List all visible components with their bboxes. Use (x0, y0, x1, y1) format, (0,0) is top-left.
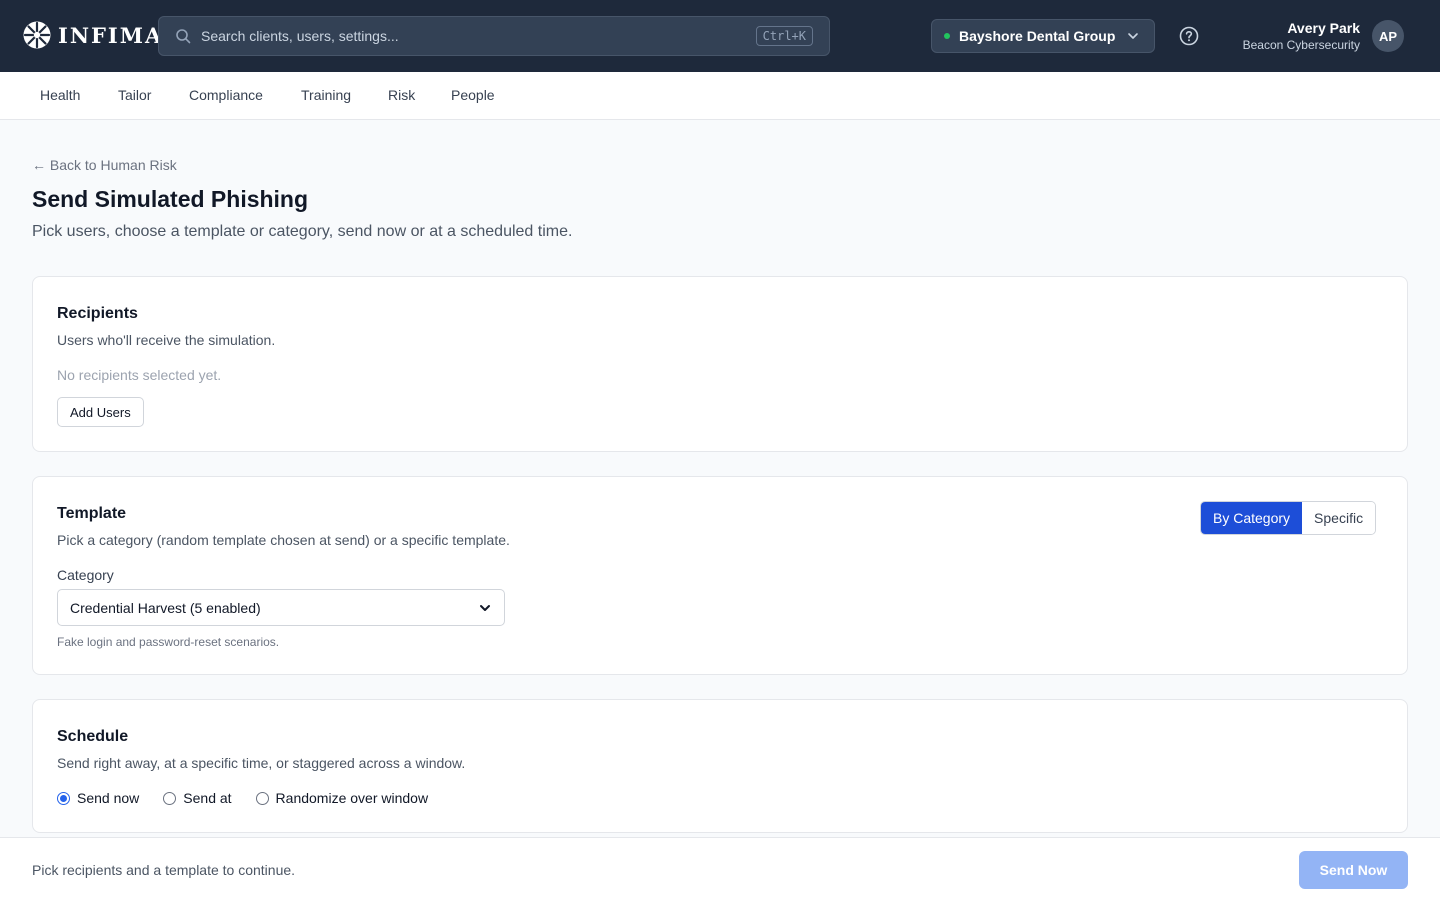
category-label: Category (57, 567, 114, 583)
avatar[interactable]: AP (1372, 20, 1404, 52)
radio-send-now[interactable] (57, 791, 70, 805)
template-title: Template (57, 505, 127, 522)
schedule-option-send-now[interactable]: Send now (57, 790, 139, 806)
recipients-empty-text: No recipients selected yet. (57, 367, 222, 383)
template-mode-toggle: By Category Specific (1200, 501, 1377, 535)
recipients-title: Recipients (57, 305, 138, 322)
send-now-button[interactable]: Send Now (1299, 851, 1408, 889)
user-info[interactable]: Avery Park Beacon Cybersecurity (1243, 19, 1360, 53)
nav-item-people[interactable]: People (451, 87, 495, 103)
category-help-text: Fake login and password-reset scenarios. (57, 635, 280, 649)
radio-randomize[interactable] (255, 791, 269, 805)
brand[interactable]: INFIMA (22, 20, 163, 50)
nav-item-health[interactable]: Health (40, 87, 80, 103)
brand-name: INFIMA (58, 22, 164, 48)
client-selector[interactable]: Bayshore Dental Group (931, 19, 1155, 53)
page-title: Send Simulated Phishing (32, 186, 309, 212)
schedule-description: Send right away, at a specific time, or … (57, 755, 466, 771)
page-subtitle: Pick users, choose a template or categor… (32, 223, 573, 240)
nav-item-compliance[interactable]: Compliance (189, 87, 263, 103)
back-link[interactable]: ← Back to Human Risk (32, 157, 177, 173)
chevron-down-icon (1128, 33, 1138, 39)
search-shortcut-badge: Ctrl+K (755, 26, 813, 46)
client-status-dot (944, 33, 950, 39)
recipients-card: Recipients Users who'll receive the simu… (32, 276, 1408, 452)
client-name: Bayshore Dental Group (959, 28, 1116, 44)
top-bar: INFIMA Ctrl+K Bayshore Dental Group Aver… (0, 0, 1440, 72)
schedule-option-randomize[interactable]: Randomize over window (255, 790, 429, 806)
template-card: Template Pick a category (random templat… (32, 476, 1408, 675)
radio-label: Send at (183, 790, 232, 806)
radio-send-at[interactable] (163, 791, 177, 805)
main-nav: Health Tailor Compliance Training Risk P… (0, 72, 1440, 120)
category-select-value: Credential Harvest (5 enabled) (70, 599, 261, 616)
footer-hint: Pick recipients and a template to contin… (32, 862, 296, 878)
user-name: Avery Park (1287, 20, 1360, 36)
mode-specific-button[interactable]: Specific (1302, 502, 1376, 534)
radio-label: Send now (77, 790, 140, 806)
schedule-option-send-at[interactable]: Send at (163, 790, 232, 806)
recipients-description: Users who'll receive the simulation. (57, 332, 276, 348)
radio-label: Randomize over window (275, 790, 429, 806)
category-select[interactable]: Credential Harvest (5 enabled) (57, 589, 505, 626)
schedule-options: Send now Send at Randomize over window (57, 790, 428, 806)
search-input[interactable] (201, 28, 756, 44)
global-search[interactable]: Ctrl+K (158, 16, 830, 56)
nav-item-risk[interactable]: Risk (388, 87, 415, 103)
help-icon[interactable] (1178, 25, 1200, 47)
template-description: Pick a category (random template chosen … (57, 532, 510, 548)
nav-item-tailor[interactable]: Tailor (118, 87, 151, 103)
add-users-button[interactable]: Add Users (57, 397, 144, 427)
user-org: Beacon Cybersecurity (1242, 38, 1360, 52)
chevron-down-icon (480, 604, 490, 611)
infima-logo-icon (23, 21, 51, 49)
nav-item-training[interactable]: Training (301, 87, 351, 103)
action-footer: Pick recipients and a template to contin… (0, 837, 1440, 900)
search-icon (176, 29, 191, 44)
schedule-title: Schedule (57, 728, 129, 745)
mode-by-category-button[interactable]: By Category (1201, 502, 1303, 534)
schedule-card: Schedule Send right away, at a specific … (32, 699, 1408, 833)
